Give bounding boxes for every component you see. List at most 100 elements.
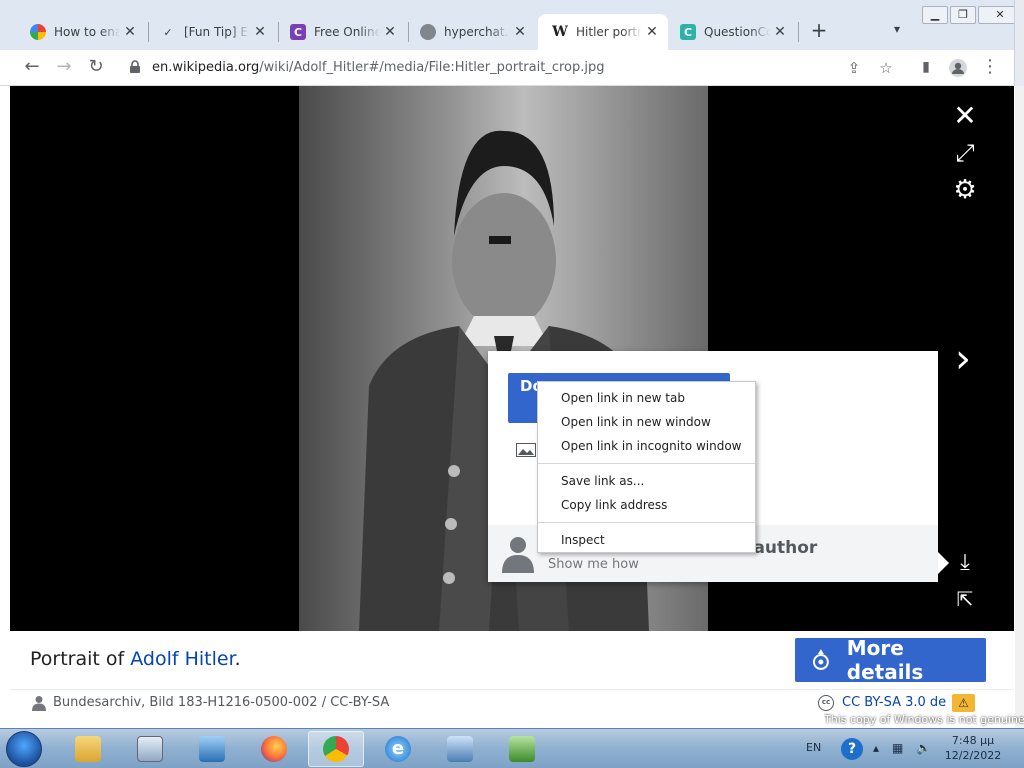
share-external-icon[interactable]: ⇱ — [950, 584, 980, 614]
tab-close-icon[interactable]: ✕ — [122, 24, 138, 40]
tab-fun-tip[interactable]: ✓ [Fun Tip] Enable ✕ — [146, 14, 276, 50]
tab-title: hyperchat.site — [444, 25, 510, 39]
chart-app-icon — [509, 736, 535, 762]
warning-symbol-icon: ⚠ — [952, 694, 975, 712]
tab-how-to-enable[interactable]: How to enable ✕ — [16, 14, 146, 50]
firefox-icon — [261, 736, 287, 762]
folder-icon — [75, 736, 101, 762]
ctx-open-new-window[interactable]: Open link in new window — [538, 410, 755, 434]
license-link[interactable]: CC BY-SA 3.0 de — [842, 695, 946, 710]
close-viewer-icon[interactable]: ✕ — [950, 101, 980, 131]
tab-free-online[interactable]: C Free Online AI ✕ — [276, 14, 406, 50]
ctx-open-new-tab[interactable]: Open link in new tab — [538, 386, 755, 410]
media-caption: Portrait of Adolf Hitler. More details — [10, 631, 1014, 689]
tab-close-icon[interactable]: ✕ — [252, 24, 268, 40]
context-menu: Open link in new tab Open link in new wi… — [537, 381, 756, 553]
minimize-icon[interactable]: ▁ — [922, 6, 948, 24]
taskbar-remote-desktop[interactable] — [184, 731, 240, 767]
browser-window: How to enable ✕ ✓ [Fun Tip] Enable ✕ C F… — [0, 0, 1024, 728]
adolf-hitler-link[interactable]: Adolf Hitler — [130, 648, 234, 670]
caption-text: Portrait of Adolf Hitler. — [30, 648, 241, 670]
wikipedia-w-icon: W — [552, 24, 568, 40]
tab-hyperchat[interactable]: hyperchat.site ✕ — [406, 14, 536, 50]
tab-questioncopy[interactable]: C QuestionCopy ✕ — [666, 14, 796, 50]
author-credit: Bundesarchiv, Bild 183-H1216-0500-002 / … — [53, 695, 390, 710]
calculator-icon — [137, 736, 163, 762]
tab-search-chevron-icon[interactable]: ▾ — [888, 22, 906, 40]
lock-icon[interactable] — [128, 60, 142, 74]
browser-toolbar: ← → ↻ en.wikipedia.org/wiki/Adolf_Hitler… — [0, 50, 1014, 86]
forward-arrow-icon[interactable]: → — [52, 56, 76, 80]
globe-icon — [420, 24, 436, 40]
page-scrollbar[interactable] — [1015, 86, 1024, 728]
bookmark-star-icon[interactable]: ☆ — [876, 58, 896, 78]
taskbar-internet-explorer[interactable]: e — [370, 731, 426, 767]
taskbar-network-app[interactable] — [432, 731, 488, 767]
ctx-separator — [538, 522, 755, 523]
tab-title: QuestionCopy — [704, 25, 770, 39]
tab-close-icon[interactable]: ✕ — [512, 24, 528, 40]
next-image-chevron-icon[interactable]: › — [948, 339, 978, 381]
new-tab-plus-icon[interactable]: + — [808, 20, 830, 42]
taskbar-explorer[interactable] — [60, 731, 116, 767]
ctx-copy-link-address[interactable]: Copy link address — [538, 493, 755, 517]
ctx-inspect[interactable]: Inspect — [538, 528, 755, 552]
taskbar-calculator[interactable] — [122, 731, 178, 767]
side-panel-icon[interactable]: ▮ — [914, 56, 938, 80]
window-frame — [1014, 0, 1024, 86]
start-button-icon[interactable] — [6, 731, 42, 767]
popup-pointer — [938, 552, 949, 574]
volume-icon[interactable]: 🔈 — [916, 741, 931, 755]
tab-title: Free Online AI — [314, 25, 380, 39]
network-computer-icon — [447, 736, 473, 762]
show-me-how-link[interactable]: Show me how — [548, 557, 639, 572]
settings-gear-icon[interactable]: ⚙ — [950, 175, 980, 205]
checkmark-hand-icon: ✓ — [163, 25, 173, 39]
windows-activation-notice: This copy of Windows is not genuine — [824, 713, 1024, 726]
tab-close-icon[interactable]: ✕ — [382, 24, 398, 40]
download-icon[interactable]: ⤓ — [950, 548, 980, 578]
more-details-label: More details — [846, 636, 924, 684]
help-icon[interactable]: ? — [841, 738, 863, 760]
ctx-open-incognito[interactable]: Open link in incognito window — [538, 434, 755, 458]
tab-strip: How to enable ✕ ✓ [Fun Tip] Enable ✕ C F… — [0, 0, 1024, 50]
back-arrow-icon[interactable]: ← — [20, 56, 44, 80]
wikimedia-commons-icon — [812, 649, 829, 670]
chrome-icon — [323, 736, 349, 762]
tab-title: How to enable — [54, 25, 120, 39]
language-indicator[interactable]: EN — [806, 741, 821, 754]
network-tray-icon[interactable]: ▦ — [892, 741, 903, 755]
ctx-save-link-as[interactable]: Save link as... — [538, 469, 755, 493]
taskbar-task-manager[interactable] — [494, 731, 550, 767]
taskbar-firefox[interactable] — [246, 731, 302, 767]
creative-commons-icon: cc — [818, 695, 834, 711]
system-clock[interactable]: 7:48 μμ 12/2/2022 — [938, 733, 1008, 763]
taskbar-chrome[interactable] — [308, 731, 364, 767]
kebab-menu-icon[interactable]: ⋮ — [978, 56, 1002, 80]
window-controls: ▁ ❐ ✕ — [920, 6, 1022, 24]
share-icon[interactable]: ⇪ — [844, 58, 864, 78]
tab-close-icon[interactable]: ✕ — [644, 24, 660, 40]
monitor-icon — [199, 736, 225, 762]
tab-close-icon[interactable]: ✕ — [772, 24, 788, 40]
tab-title: Hitler portrait — [576, 25, 642, 39]
windows-taskbar: e EN ? ▴ ▦ 🔈 7:48 μμ 12/2/2022 — [0, 728, 1024, 768]
url-text: en.wikipedia.org/wiki/Adolf_Hitler#/medi… — [152, 60, 605, 75]
internet-explorer-icon: e — [385, 736, 411, 762]
c-logo-icon: C — [290, 24, 306, 40]
restore-icon[interactable]: ❐ — [950, 6, 976, 24]
tab-hitler-portrait[interactable]: W Hitler portrait ✕ — [538, 14, 668, 50]
person-icon — [502, 537, 534, 573]
reload-icon[interactable]: ↻ — [84, 56, 108, 80]
tab-title: [Fun Tip] Enable — [184, 25, 250, 39]
profile-avatar-icon[interactable] — [946, 56, 970, 80]
ctx-separator — [538, 463, 755, 464]
tab-separator — [798, 22, 799, 42]
c-square-icon: C — [680, 24, 696, 40]
colorful-flower-icon — [30, 24, 46, 40]
fullscreen-expand-icon[interactable]: ⤢ — [950, 138, 980, 168]
address-bar[interactable]: en.wikipedia.org/wiki/Adolf_Hitler#/medi… — [118, 54, 908, 82]
more-details-button[interactable]: More details — [795, 636, 986, 684]
tray-expand-icon[interactable]: ▴ — [873, 741, 879, 755]
image-icon — [516, 443, 536, 457]
